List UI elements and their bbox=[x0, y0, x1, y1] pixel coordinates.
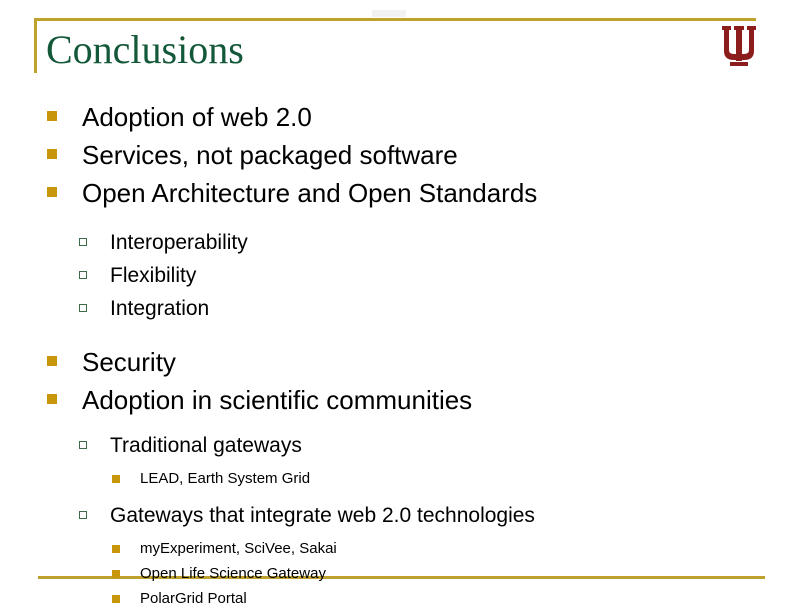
bullet-level3: LEAD, Earth System Grid bbox=[0, 466, 800, 491]
rule-artifact bbox=[372, 10, 406, 17]
bullet-level1: Security bbox=[0, 343, 800, 381]
bullet-text: Flexibility bbox=[110, 264, 197, 287]
page-title: Conclusions bbox=[46, 27, 244, 72]
bullet-marker-green-hollow-square-icon bbox=[79, 304, 87, 312]
bullet-level2: Integration bbox=[0, 292, 800, 325]
bullet-marker-gold-square-icon bbox=[112, 595, 120, 603]
top-gold-rule bbox=[34, 18, 756, 21]
bullet-marker-gold-square-icon bbox=[47, 394, 57, 404]
bullet-marker-gold-square-icon bbox=[47, 187, 57, 197]
bullet-text: Gateways that integrate web 2.0 technolo… bbox=[110, 504, 535, 527]
bullet-level2: Interoperability bbox=[0, 226, 800, 259]
bullet-text: Adoption of web 2.0 bbox=[82, 102, 312, 132]
bullet-marker-gold-square-icon bbox=[47, 356, 57, 366]
bullet-marker-gold-square-icon bbox=[47, 149, 57, 159]
bullet-level2: Flexibility bbox=[0, 259, 800, 292]
bullet-text: Integration bbox=[110, 297, 210, 320]
bullet-marker-green-hollow-square-icon bbox=[79, 441, 87, 449]
bullet-text: myExperiment, SciVee, Sakai bbox=[140, 540, 337, 557]
bullet-marker-gold-square-icon bbox=[112, 475, 120, 483]
bullet-level3: Open Life Science Gateway bbox=[0, 561, 800, 586]
bullet-marker-gold-square-icon bbox=[112, 545, 120, 553]
bullet-level1: Services, not packaged software bbox=[0, 136, 800, 174]
bullet-marker-green-hollow-square-icon bbox=[79, 238, 87, 246]
bullet-level1: Open Architecture and Open Standards bbox=[0, 174, 800, 212]
indiana-university-trident-logo bbox=[718, 24, 760, 68]
bullet-level1: Adoption of web 2.0 bbox=[0, 98, 800, 136]
bullet-marker-green-hollow-square-icon bbox=[79, 271, 87, 279]
bullet-text: Adoption in scientific communities bbox=[82, 385, 473, 415]
bullet-level3: PolarGrid Portal bbox=[0, 586, 800, 611]
title-gold-accent-bar bbox=[34, 18, 37, 73]
bullet-level3: myExperiment, SciVee, Sakai bbox=[0, 536, 800, 561]
bullet-marker-gold-square-icon bbox=[112, 570, 120, 578]
bullet-text: Traditional gateways bbox=[110, 434, 302, 457]
bullet-marker-gold-square-icon bbox=[47, 111, 57, 121]
bullet-text: Interoperability bbox=[110, 231, 248, 254]
bullet-text: PolarGrid Portal bbox=[140, 590, 247, 607]
bullet-level2: Traditional gateways bbox=[0, 429, 800, 462]
bullet-text: Open Life Science Gateway bbox=[140, 565, 326, 582]
bullet-text: LEAD, Earth System Grid bbox=[140, 470, 311, 487]
bullet-text: Open Architecture and Open Standards bbox=[82, 178, 538, 208]
presentation-slide: Conclusions Adoption of web 2.0 Services… bbox=[0, 0, 800, 607]
bullet-text: Security bbox=[82, 347, 176, 377]
bullet-level2: Gateways that integrate web 2.0 technolo… bbox=[0, 499, 800, 532]
slide-body: Adoption of web 2.0 Services, not packag… bbox=[0, 98, 800, 611]
bullet-level1: Adoption in scientific communities bbox=[0, 381, 800, 419]
bullet-marker-green-hollow-square-icon bbox=[79, 511, 87, 519]
bullet-text: Services, not packaged software bbox=[82, 140, 458, 170]
